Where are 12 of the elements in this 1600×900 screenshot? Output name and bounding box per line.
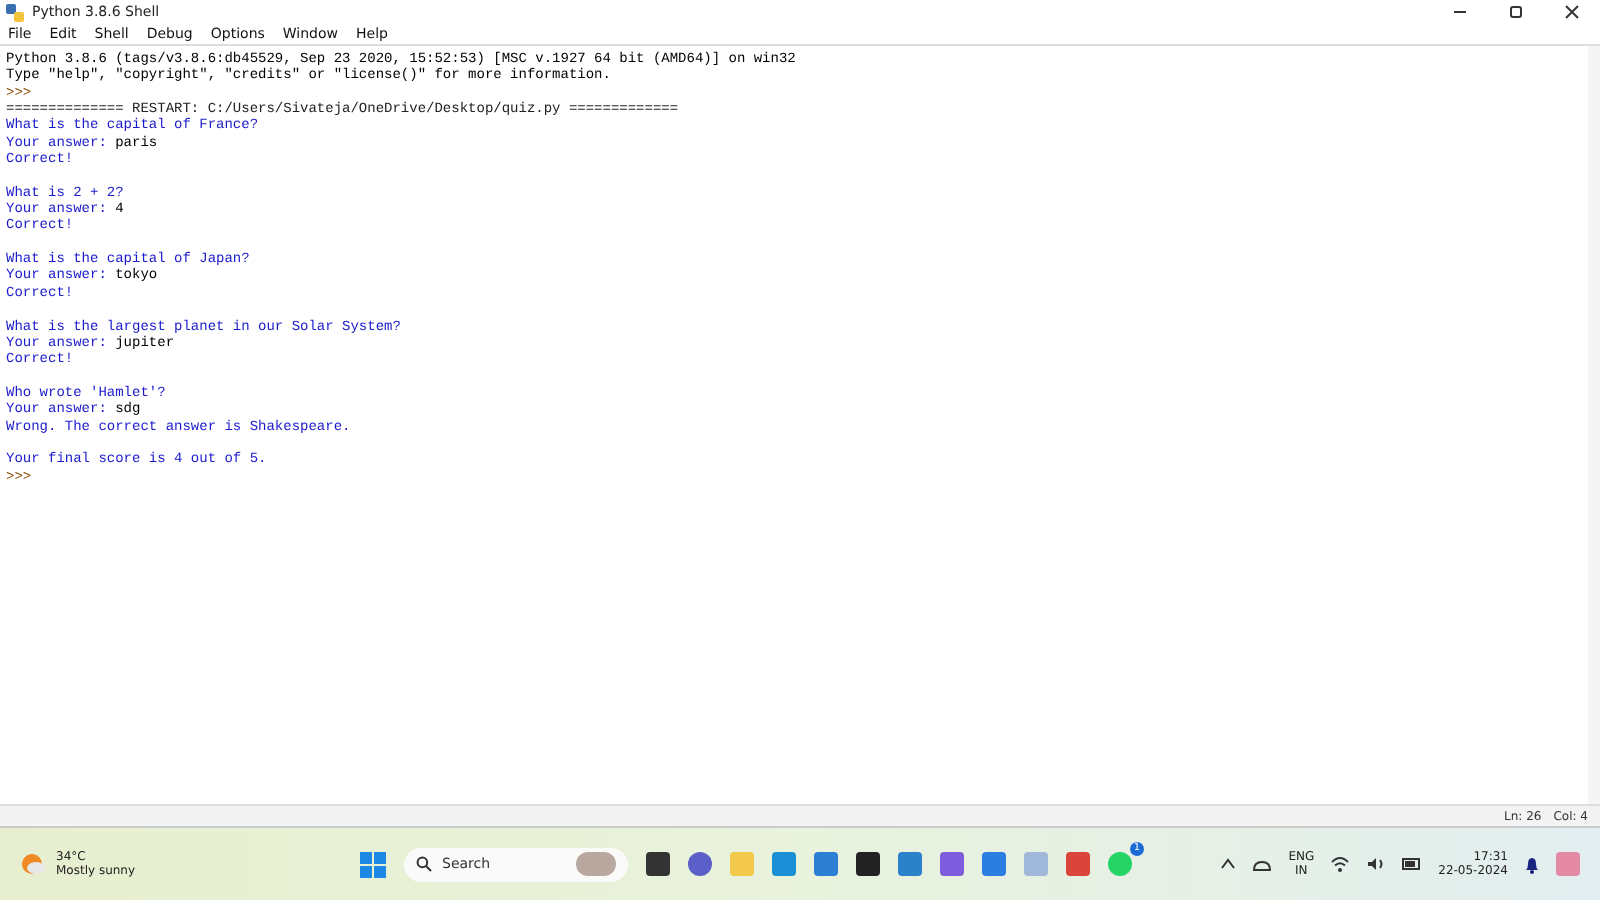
photo-placeholder bbox=[576, 852, 616, 876]
battery-icon[interactable] bbox=[1402, 858, 1423, 870]
wifi-icon[interactable] bbox=[1330, 856, 1351, 872]
sun-cloud-icon bbox=[20, 852, 46, 876]
start-button[interactable] bbox=[360, 851, 386, 877]
python-icon bbox=[6, 3, 24, 21]
speaker-icon[interactable] bbox=[1366, 856, 1387, 872]
maximize-button[interactable] bbox=[1508, 4, 1524, 20]
close-button[interactable] bbox=[1564, 4, 1580, 20]
bell-icon[interactable] bbox=[1524, 855, 1540, 873]
search-icon bbox=[416, 856, 432, 872]
chevron-up-icon[interactable] bbox=[1220, 858, 1237, 870]
